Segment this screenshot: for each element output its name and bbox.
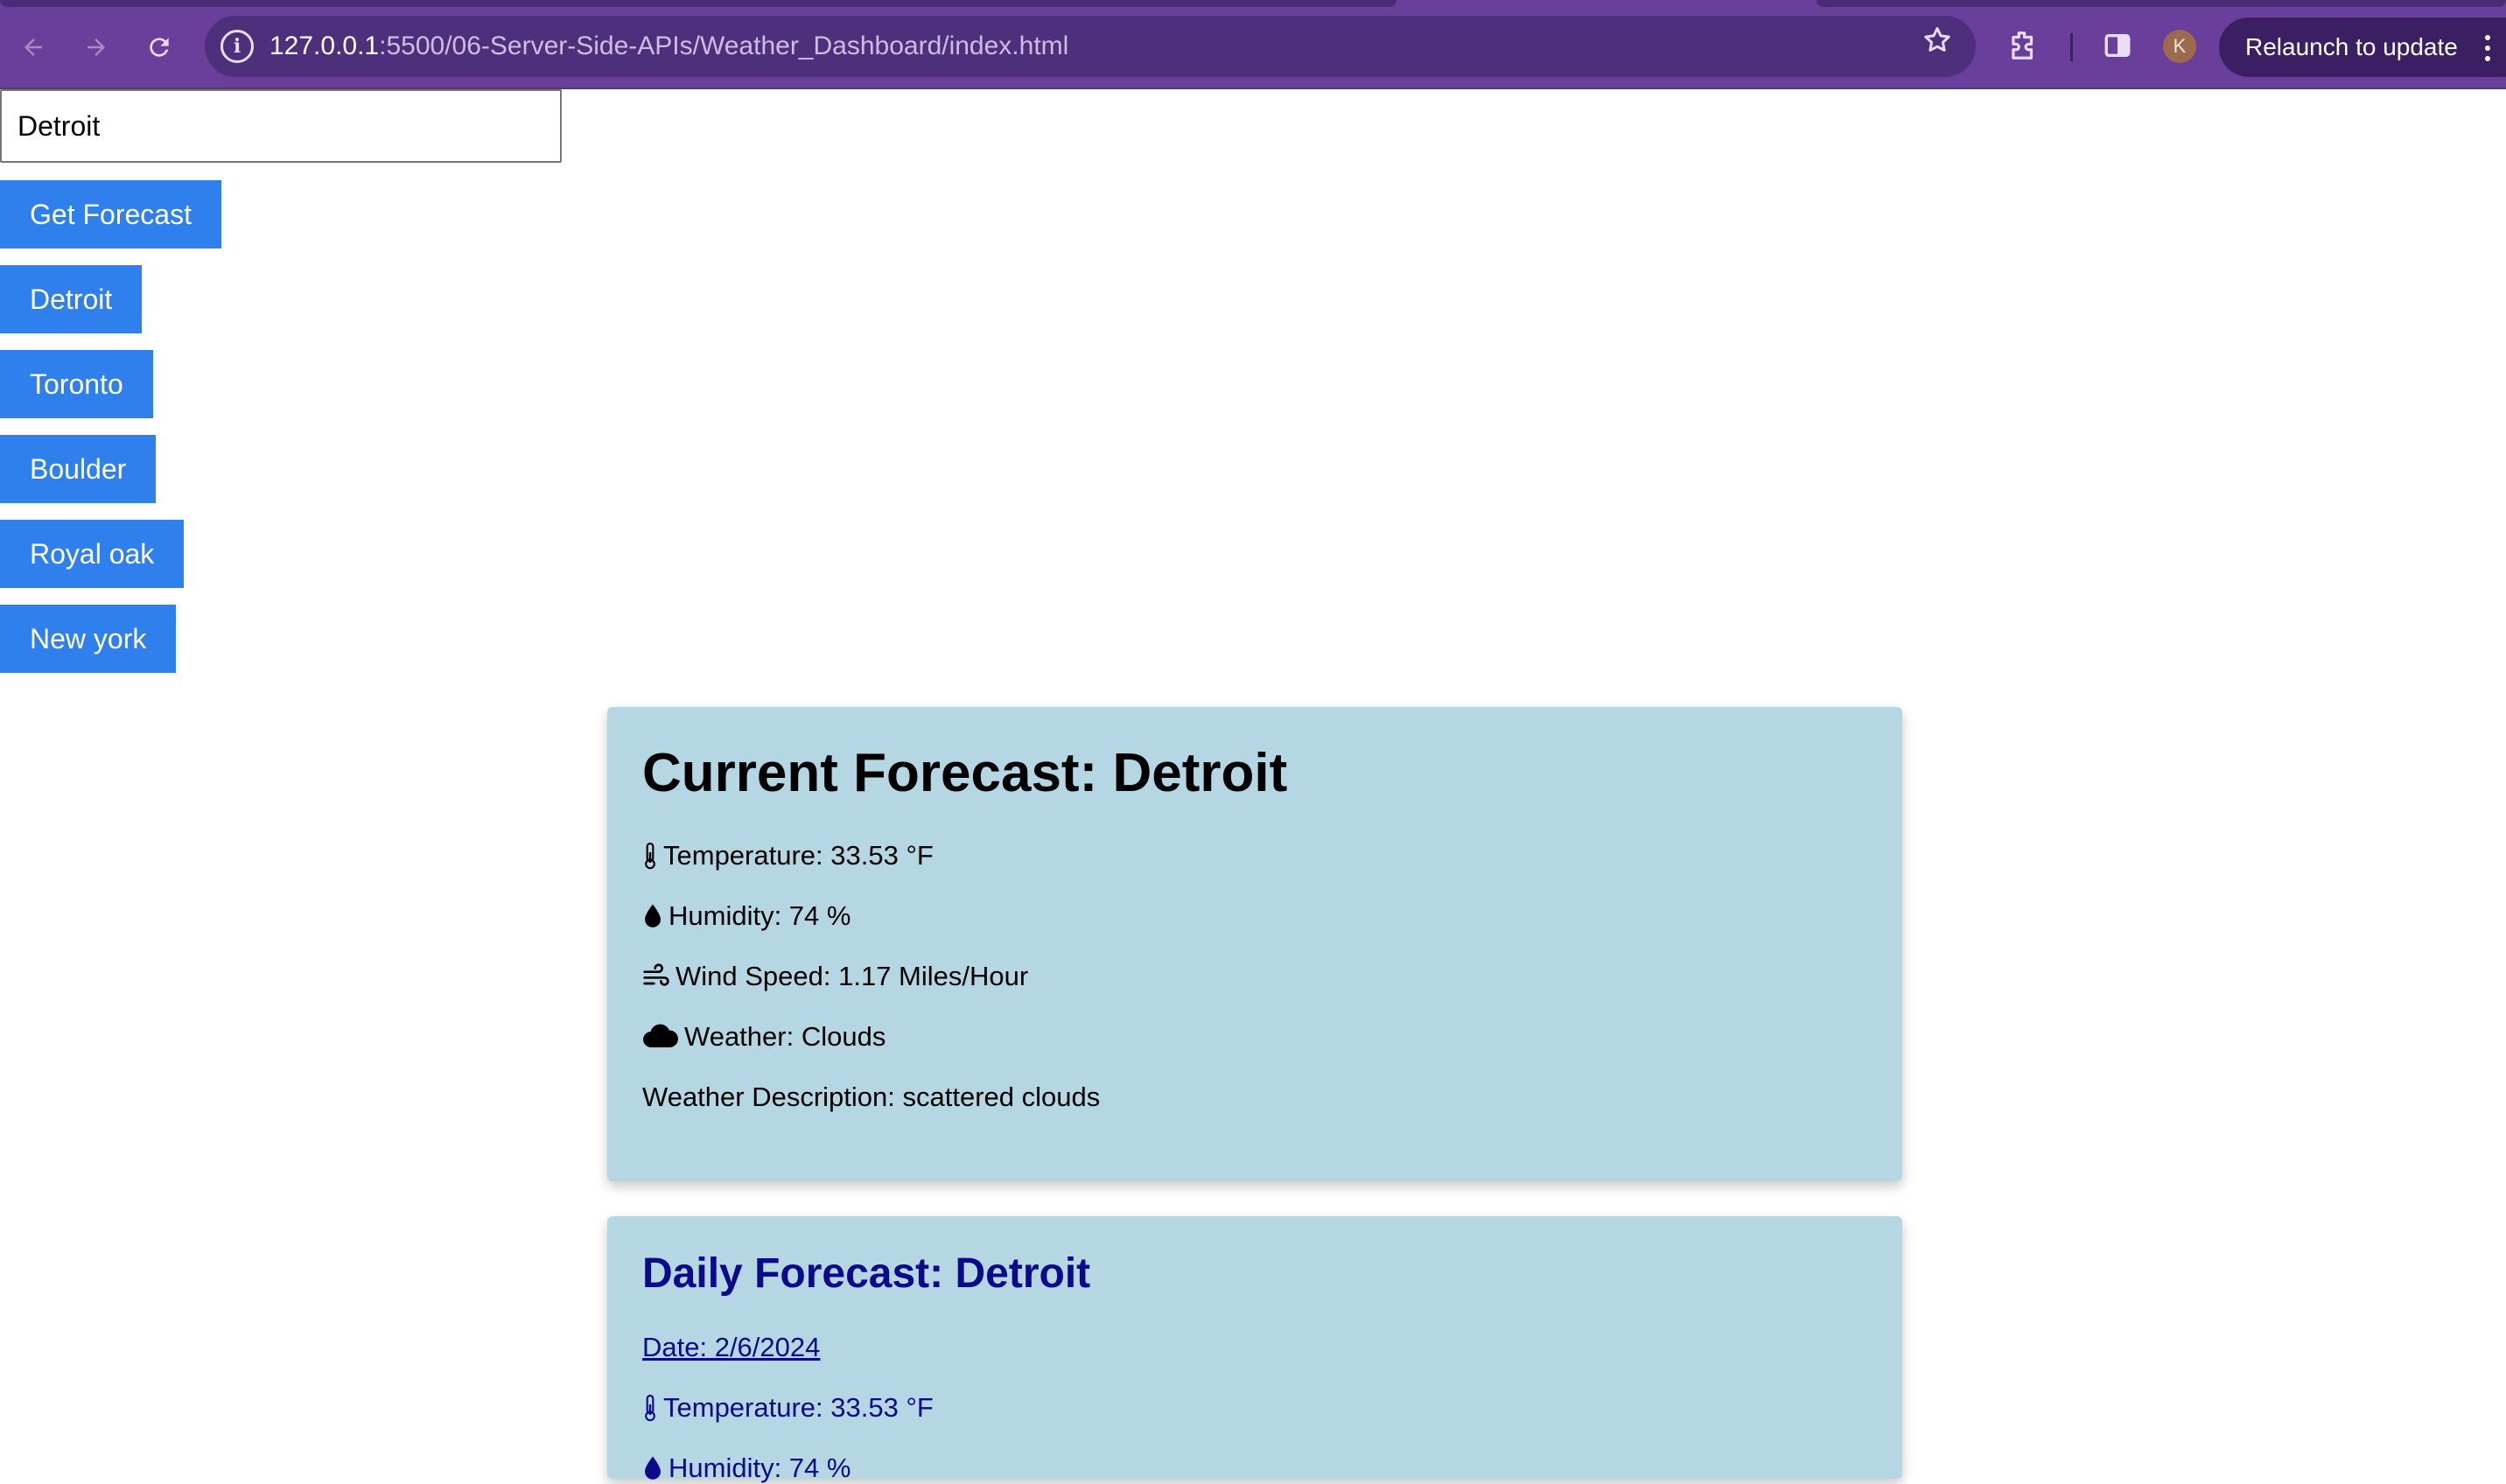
toolbar-separator: [2070, 33, 2073, 61]
history-city-button[interactable]: Royal oak: [0, 520, 185, 588]
daily-forecast-title: Daily Forecast: Detroit: [642, 1250, 1091, 1297]
forward-icon[interactable]: [75, 26, 117, 68]
thermometer-icon: [642, 842, 658, 870]
address-bar[interactable]: i 127.0.0.1:5500/06-Server-Side-APIs/Wea…: [205, 16, 1976, 77]
current-forecast-card: Current Forecast: Detroit Temperature: 3…: [607, 707, 1902, 1181]
tab-edge: [1816, 0, 2506, 7]
current-temperature-text: Temperature: 33.53 °F: [663, 840, 934, 871]
url-host: 127.0.0.1: [270, 32, 380, 60]
current-temperature: Temperature: 33.53 °F: [642, 840, 934, 872]
droplet-icon: [642, 1455, 663, 1481]
current-forecast-title: Current Forecast: Detroit: [642, 743, 1288, 803]
current-humidity: Humidity: 74 %: [642, 900, 850, 932]
current-weather-text: Weather: Clouds: [684, 1021, 886, 1052]
current-wind: Wind Speed: 1.17 Miles/Hour: [642, 961, 1028, 992]
url-text[interactable]: 127.0.0.1:5500/06-Server-Side-APIs/Weath…: [270, 32, 1068, 61]
site-info-icon[interactable]: i: [220, 30, 254, 63]
daily-date: Date: 2/6/2024: [642, 1332, 820, 1363]
current-description: Weather Description: scattered clouds: [642, 1082, 1100, 1113]
relaunch-button[interactable]: Relaunch to update: [2219, 18, 2506, 77]
get-forecast-button[interactable]: Get Forecast: [0, 180, 221, 248]
wind-icon: [642, 963, 670, 990]
current-humidity-text: Humidity: 74 %: [668, 900, 851, 931]
cloud-icon: [642, 1024, 679, 1050]
thermometer-icon: [642, 1394, 658, 1422]
url-path: :5500/06-Server-Side-APIs/Weather_Dashbo…: [379, 32, 1069, 60]
history-city-button[interactable]: Boulder: [0, 435, 157, 503]
history-city-button[interactable]: New york: [0, 605, 177, 673]
city-search-input[interactable]: [0, 89, 562, 163]
profile-avatar[interactable]: K: [2163, 30, 2196, 63]
history-city-button[interactable]: Detroit: [0, 265, 143, 333]
current-description-text: Weather Description: scattered clouds: [642, 1082, 1101, 1112]
daily-temperature: Temperature: 33.53 °F: [642, 1392, 934, 1424]
daily-humidity: Humidity: 74 %: [642, 1452, 850, 1484]
back-icon[interactable]: [12, 26, 54, 68]
tab-edge: [0, 0, 1396, 7]
daily-date-link[interactable]: Date: 2/6/2024: [642, 1332, 820, 1363]
current-weather: Weather: Clouds: [642, 1021, 886, 1053]
daily-forecast-card: Daily Forecast: Detroit Date: 2/6/2024 T…: [607, 1216, 1902, 1483]
daily-humidity-text: Humidity: 74 %: [668, 1452, 851, 1483]
reload-icon[interactable]: [138, 26, 180, 68]
extensions-icon[interactable]: [2002, 24, 2044, 66]
menu-kebab-icon[interactable]: [2485, 35, 2490, 66]
relaunch-label: Relaunch to update: [2245, 33, 2458, 60]
side-panel-icon[interactable]: [2096, 24, 2138, 66]
daily-temperature-text: Temperature: 33.53 °F: [663, 1392, 934, 1423]
droplet-icon: [642, 903, 663, 929]
browser-toolbar: i 127.0.0.1:5500/06-Server-Side-APIs/Wea…: [0, 0, 2506, 89]
current-wind-text: Wind Speed: 1.17 Miles/Hour: [676, 961, 1029, 991]
history-city-button[interactable]: Toronto: [0, 350, 153, 418]
bookmark-star-icon[interactable]: [1922, 24, 1953, 65]
